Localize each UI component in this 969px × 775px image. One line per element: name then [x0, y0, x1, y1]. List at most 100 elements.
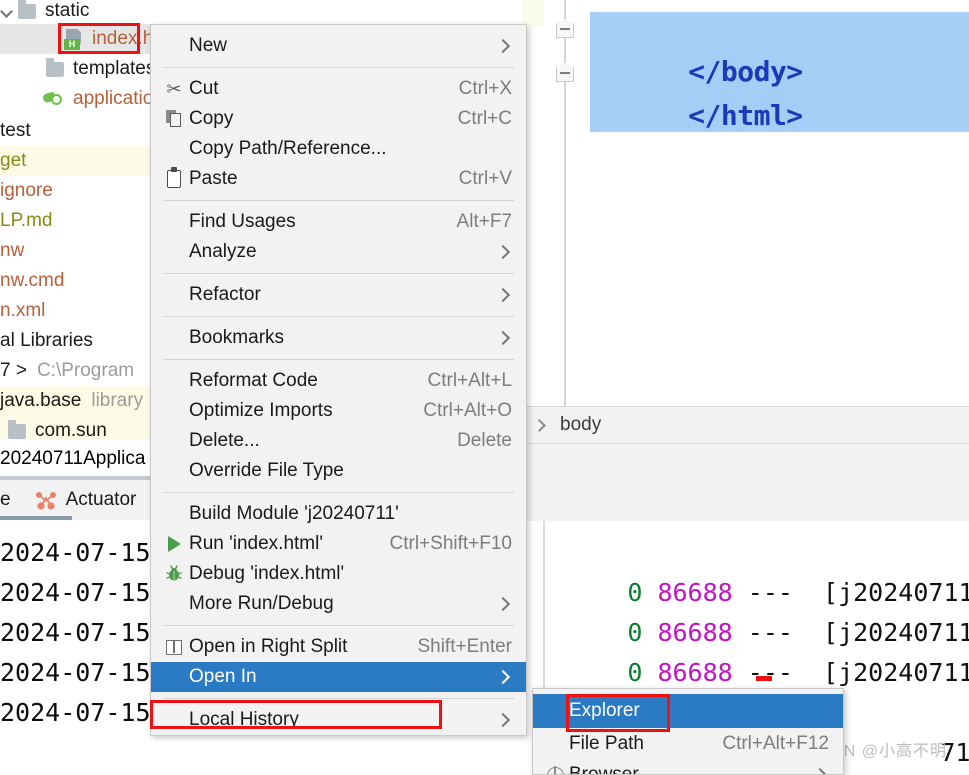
- scissors-icon: ✂: [166, 79, 182, 99]
- tree-item-label: LP.md: [0, 210, 53, 231]
- tree-item-sublabel: library: [91, 390, 144, 411]
- run-icon: [159, 536, 189, 552]
- breadcrumb[interactable]: body: [522, 406, 969, 444]
- console-line: 2024-07-15: [0, 538, 151, 567]
- module-name-label: 20240711Applica: [0, 448, 146, 469]
- code-fold-guide-line: [564, 0, 566, 406]
- menu-item-label: More Run/Debug: [189, 593, 334, 614]
- menu-item-label: Open In: [189, 666, 257, 687]
- chevron-right-icon: [496, 38, 512, 54]
- paste-icon: [159, 167, 189, 188]
- menu-item-find-usages[interactable]: Find Usages Alt+F7: [151, 207, 526, 237]
- menu-separator: [163, 492, 514, 493]
- menu-item-new[interactable]: New: [151, 31, 526, 61]
- menu-item-open-in[interactable]: Open In: [151, 662, 526, 692]
- menu-item-local-history[interactable]: Local History: [151, 705, 526, 735]
- menu-item-analyze[interactable]: Analyze: [151, 237, 526, 267]
- html-file-icon: [64, 29, 83, 50]
- tree-item-label: nw.cmd: [0, 270, 65, 291]
- menu-item-label: Find Usages: [189, 211, 296, 232]
- menu-item-label: Bookmarks: [189, 327, 285, 348]
- menu-item-label: Override File Type: [189, 460, 344, 481]
- menu-item-cut[interactable]: ✂ Cut Ctrl+X: [151, 74, 526, 104]
- menu-item-reformat-code[interactable]: Reformat Code Ctrl+Alt+L: [151, 366, 526, 396]
- editor-current-line-stripe: [522, 0, 544, 26]
- open-in-submenu[interactable]: Explorer File Path Ctrl+Alt+F12 Browser: [532, 688, 844, 775]
- menu-item-shortcut: Delete: [457, 430, 512, 451]
- chevron-right-icon: [496, 712, 512, 728]
- submenu-item-explorer[interactable]: Explorer: [533, 694, 843, 728]
- tree-item-label: get: [0, 150, 27, 171]
- folder-icon: [8, 419, 26, 439]
- menu-separator: [163, 200, 514, 201]
- tree-item-label: n.xml: [0, 300, 46, 321]
- tree-item-label: index.h: [92, 28, 154, 49]
- chevron-right-icon: [496, 669, 512, 685]
- menu-separator: [163, 625, 514, 626]
- copy-icon: [159, 110, 189, 128]
- tree-item-label: test: [0, 120, 31, 141]
- submenu-item-label: Explorer: [569, 700, 640, 721]
- chevron-right-icon: [496, 287, 512, 303]
- editor-bottom-filler: [522, 444, 969, 521]
- submenu-item-label: File Path: [569, 733, 644, 754]
- submenu-item-browser[interactable]: Browser: [533, 760, 843, 775]
- chevron-down-icon[interactable]: [0, 4, 14, 18]
- menu-separator: [163, 67, 514, 68]
- menu-item-shortcut: Ctrl+C: [457, 108, 512, 129]
- menu-item-label: Delete...: [189, 430, 260, 451]
- console-dashes: ---: [747, 658, 793, 687]
- split-icon: [159, 639, 189, 655]
- menu-item-debug[interactable]: Debug 'index.html': [151, 559, 526, 589]
- console-line: 2024-07-15: [0, 618, 151, 647]
- console-thread: 86688: [657, 658, 733, 687]
- chevron-right-icon: [496, 596, 512, 612]
- tree-item-label: 7 >: [0, 360, 27, 381]
- breadcrumb-item-body[interactable]: body: [560, 414, 601, 436]
- tree-item-sublabel: C:\Program: [36, 360, 135, 381]
- menu-item-run[interactable]: Run 'index.html' Ctrl+Shift+F10: [151, 529, 526, 559]
- menu-separator: [163, 273, 514, 274]
- console-line: 2024-07-15: [0, 698, 151, 727]
- tree-item-label: com.sun: [35, 420, 107, 440]
- code-editor-pane[interactable]: </body> </html>: [522, 0, 969, 406]
- tree-item-label: ignore: [0, 180, 53, 201]
- submenu-item-file-path[interactable]: File Path Ctrl+Alt+F12: [533, 728, 843, 760]
- tree-item-static[interactable]: static: [0, 0, 472, 26]
- file-context-menu[interactable]: New ✂ Cut Ctrl+X Copy Ctrl+C Copy Path/R…: [150, 24, 527, 736]
- menu-item-optimize-imports[interactable]: Optimize Imports Ctrl+Alt+O: [151, 396, 526, 426]
- menu-item-shortcut: Ctrl+V: [458, 168, 512, 189]
- folder-icon: [18, 0, 36, 19]
- menu-item-bookmarks[interactable]: Bookmarks: [151, 323, 526, 353]
- submenu-item-label: Browser: [569, 764, 639, 775]
- menu-item-label: Paste: [189, 168, 238, 189]
- menu-item-shortcut: Ctrl+Shift+F10: [389, 533, 513, 554]
- debug-icon: [159, 565, 189, 583]
- tab-partial[interactable]: e: [0, 489, 11, 511]
- menu-item-label: Analyze: [189, 241, 257, 262]
- menu-item-label: Build Module 'j20240711': [189, 503, 399, 524]
- tab-actuator[interactable]: Actuator: [35, 489, 136, 511]
- fold-marker-body[interactable]: [556, 18, 574, 38]
- code-line-html-close[interactable]: </html>: [590, 56, 803, 176]
- menu-item-label: Copy: [189, 108, 234, 129]
- menu-item-copy-path-reference[interactable]: Copy Path/Reference...: [151, 134, 526, 164]
- menu-item-override-file-type[interactable]: Override File Type: [151, 456, 526, 486]
- menu-item-paste[interactable]: Paste Ctrl+V: [151, 164, 526, 194]
- menu-item-label: Optimize Imports: [189, 400, 333, 421]
- menu-item-build-module[interactable]: Build Module 'j20240711': [151, 499, 526, 529]
- menu-item-copy[interactable]: Copy Ctrl+C: [151, 104, 526, 134]
- menu-item-label: Refactor: [189, 284, 261, 305]
- menu-item-shortcut: Ctrl+Alt+L: [427, 370, 512, 391]
- menu-item-label: Cut: [189, 78, 219, 99]
- fold-marker-html[interactable]: [556, 62, 574, 82]
- menu-item-open-in-right-split[interactable]: Open in Right Split Shift+Enter: [151, 632, 526, 662]
- menu-separator: [163, 698, 514, 699]
- menu-item-delete[interactable]: Delete... Delete: [151, 426, 526, 456]
- code-token-html: </html>: [688, 99, 803, 132]
- folder-icon: [46, 57, 64, 77]
- menu-item-refactor[interactable]: Refactor: [151, 280, 526, 310]
- tree-item-label: static: [45, 0, 90, 21]
- menu-item-more-run-debug[interactable]: More Run/Debug: [151, 589, 526, 619]
- tree-item-label: al Libraries: [0, 330, 93, 351]
